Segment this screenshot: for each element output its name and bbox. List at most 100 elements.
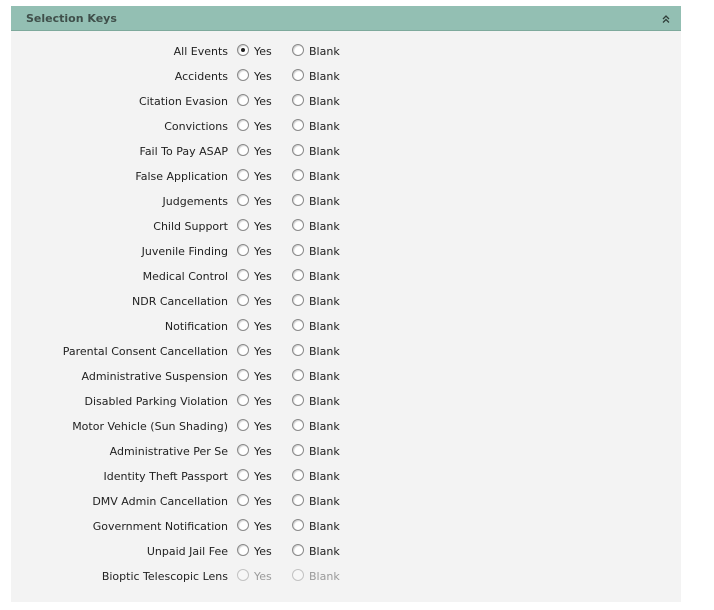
blank-option-label: Blank [309, 420, 340, 433]
selection-row-administrative-per-se: Administrative Per Se Yes Blank [11, 439, 681, 464]
row-label: Administrative Per Se [109, 445, 228, 458]
radio-button-icon[interactable] [237, 119, 249, 131]
row-label: All Events [173, 45, 228, 58]
yes-option-label: Yes [254, 295, 272, 308]
blank-option-label: Blank [309, 295, 340, 308]
blank-option-label: Blank [309, 545, 340, 558]
blank-option-label: Blank [309, 70, 340, 83]
radio-button-icon[interactable] [292, 69, 304, 81]
radio-button-icon[interactable] [237, 394, 249, 406]
selection-row-bioptic-telescopic-lens: Bioptic Telescopic Lens Yes Blank [11, 564, 681, 589]
selection-row-unpaid-jail-fee: Unpaid Jail Fee Yes Blank [11, 539, 681, 564]
yes-option-label: Yes [254, 220, 272, 233]
radio-button-icon[interactable] [237, 194, 249, 206]
blank-option-label: Blank [309, 145, 340, 158]
blank-option-label: Blank [309, 570, 340, 583]
selection-keys-panel: Selection Keys All Events Yes Blank Acciden… [11, 6, 681, 602]
radio-button-icon[interactable] [237, 419, 249, 431]
row-label: Juvenile Finding [141, 245, 228, 258]
panel-header: Selection Keys [11, 6, 681, 31]
radio-button-icon[interactable] [237, 369, 249, 381]
radio-button-icon[interactable] [292, 294, 304, 306]
blank-option-label: Blank [309, 45, 340, 58]
blank-option-label: Blank [309, 370, 340, 383]
row-label: Notification [164, 320, 228, 333]
radio-button-icon[interactable] [292, 419, 304, 431]
radio-button-icon [237, 569, 249, 581]
row-label: Bioptic Telescopic Lens [101, 570, 228, 583]
row-label: Judgements [162, 195, 228, 208]
row-label: DMV Admin Cancellation [92, 495, 228, 508]
row-label: NDR Cancellation [132, 295, 228, 308]
blank-option-label: Blank [309, 520, 340, 533]
yes-option-label: Yes [254, 70, 272, 83]
radio-button-icon[interactable] [292, 394, 304, 406]
radio-button-icon[interactable] [292, 319, 304, 331]
radio-button-icon[interactable] [292, 194, 304, 206]
selection-row-administrative-suspension: Administrative Suspension Yes Blank [11, 364, 681, 389]
radio-selected-dot [241, 48, 245, 52]
radio-button-icon[interactable] [237, 494, 249, 506]
selection-keys-list: All Events Yes Blank Accidents Yes Blank Citat… [11, 39, 681, 589]
radio-button-icon[interactable] [237, 44, 249, 56]
blank-option-label: Blank [309, 195, 340, 208]
radio-button-icon[interactable] [292, 144, 304, 156]
radio-button-icon[interactable] [237, 294, 249, 306]
row-label: Identity Theft Passport [103, 470, 229, 483]
radio-button-icon[interactable] [292, 369, 304, 381]
blank-option-label: Blank [309, 245, 340, 258]
radio-button-icon[interactable] [237, 469, 249, 481]
yes-option-label: Yes [254, 120, 272, 133]
radio-button-icon[interactable] [292, 119, 304, 131]
blank-option-label: Blank [309, 270, 340, 283]
radio-button-icon[interactable] [237, 219, 249, 231]
yes-option-label: Yes [254, 370, 272, 383]
selection-row-government-notification: Government Notification Yes Blank [11, 514, 681, 539]
row-label: Citation Evasion [138, 95, 228, 108]
radio-button-icon[interactable] [292, 94, 304, 106]
blank-option-label: Blank [309, 495, 340, 508]
radio-button-icon[interactable] [237, 544, 249, 556]
row-label: Parental Consent Cancellation [62, 345, 228, 358]
radio-button-icon[interactable] [237, 519, 249, 531]
radio-button-icon[interactable] [292, 469, 304, 481]
radio-button-icon[interactable] [292, 219, 304, 231]
blank-option-label: Blank [309, 170, 340, 183]
radio-button-icon[interactable] [292, 269, 304, 281]
row-label: Convictions [164, 120, 228, 133]
radio-button-icon[interactable] [292, 344, 304, 356]
radio-button-icon[interactable] [237, 319, 249, 331]
radio-button-icon[interactable] [237, 144, 249, 156]
radio-button-icon[interactable] [292, 44, 304, 56]
radio-button-icon[interactable] [237, 444, 249, 456]
radio-button-icon[interactable] [292, 244, 304, 256]
blank-option-label: Blank [309, 95, 340, 108]
radio-button-icon[interactable] [237, 244, 249, 256]
radio-button-icon[interactable] [237, 94, 249, 106]
radio-button-icon[interactable] [292, 519, 304, 531]
radio-button-icon[interactable] [237, 69, 249, 81]
radio-button-icon[interactable] [237, 344, 249, 356]
radio-button-icon[interactable] [237, 269, 249, 281]
yes-option-label: Yes [254, 145, 272, 158]
row-label: Government Notification [92, 520, 228, 533]
selection-row-notification: Notification Yes Blank [11, 314, 681, 339]
row-label: Fail To Pay ASAP [139, 145, 229, 158]
row-label: Disabled Parking Violation [84, 395, 229, 408]
radio-button-icon[interactable] [292, 169, 304, 181]
yes-option-label: Yes [254, 95, 272, 108]
row-label: Medical Control [142, 270, 228, 283]
radio-button-icon[interactable] [292, 444, 304, 456]
double-chevron-up-icon[interactable] [659, 11, 673, 25]
radio-button-icon[interactable] [237, 169, 249, 181]
selection-row-dmv-admin-cancellation: DMV Admin Cancellation Yes Blank [11, 489, 681, 514]
selection-row-medical-control: Medical Control Yes Blank [11, 264, 681, 289]
selection-row-all-events: All Events Yes Blank [11, 39, 681, 64]
row-label: Child Support [153, 220, 228, 233]
yes-option-label: Yes [254, 545, 272, 558]
radio-button-icon[interactable] [292, 494, 304, 506]
yes-option-label: Yes [254, 495, 272, 508]
selection-row-juvenile-finding: Juvenile Finding Yes Blank [11, 239, 681, 264]
yes-option-label: Yes [254, 245, 272, 258]
radio-button-icon[interactable] [292, 544, 304, 556]
